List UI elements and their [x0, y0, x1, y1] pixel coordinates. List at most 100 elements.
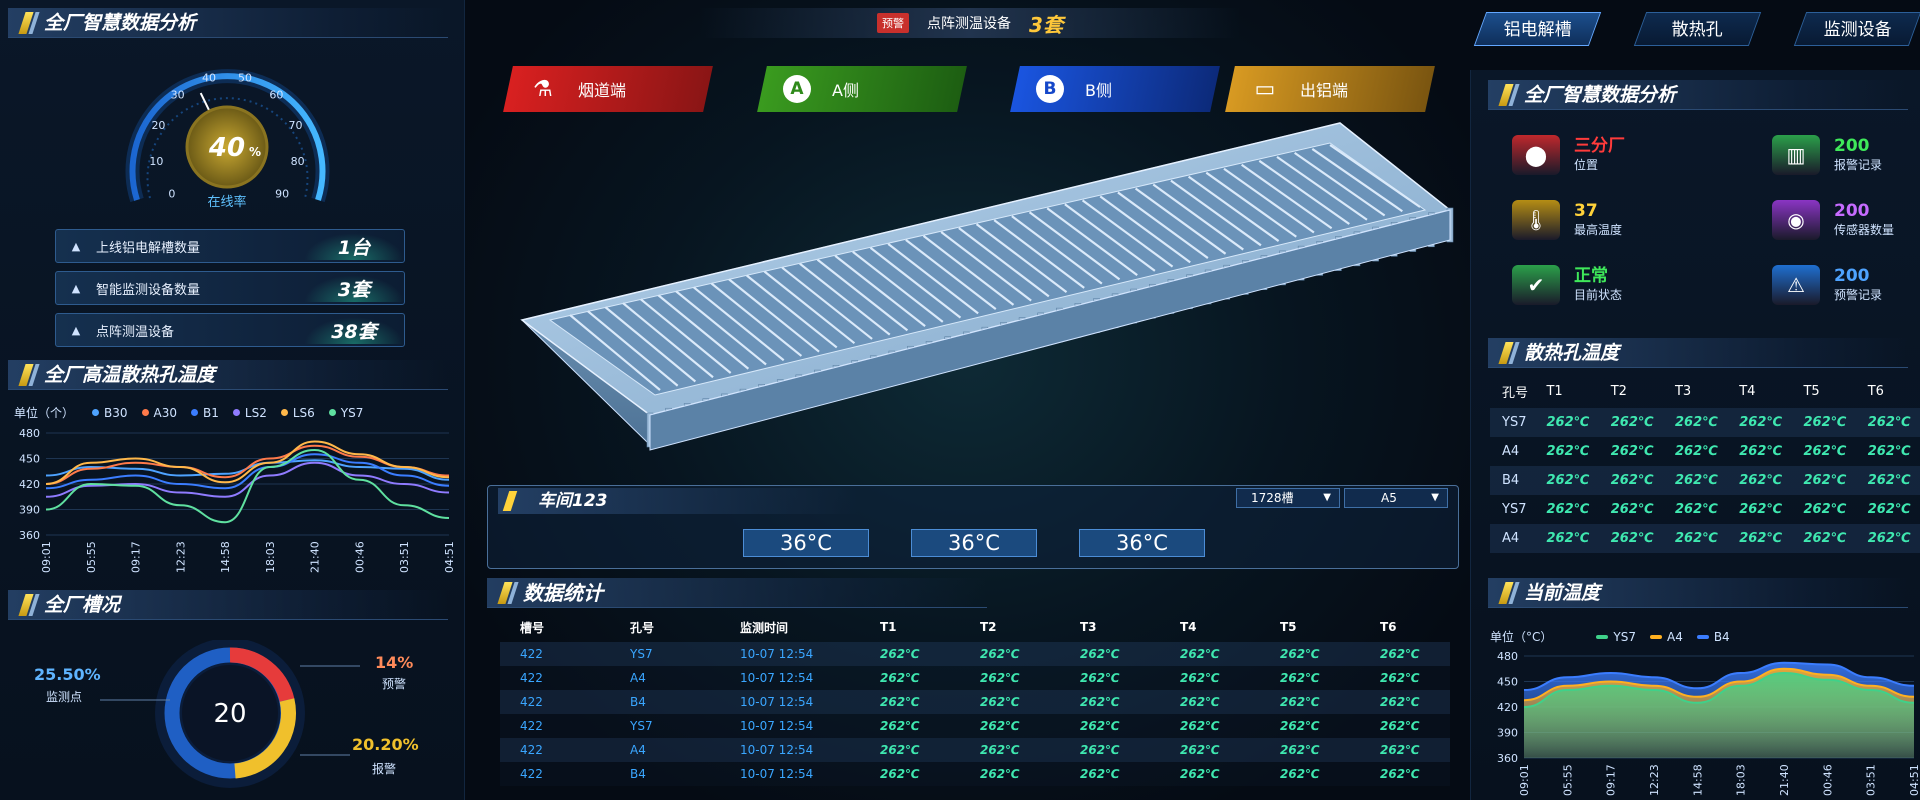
- column-header: T1: [880, 620, 897, 634]
- thermometer-icon: 🌡: [1512, 200, 1560, 240]
- y-tick-label: 390: [1497, 727, 1518, 740]
- column-header: T2: [980, 620, 997, 634]
- table-cell: 262℃: [1160, 738, 1260, 762]
- legend-swatch: [232, 409, 240, 416]
- table-cell: A4: [610, 666, 720, 690]
- legend-swatch: [328, 409, 336, 416]
- table-cell: 262℃: [1855, 466, 1920, 495]
- aluminum-ingot-icon: ▭: [1254, 76, 1276, 102]
- info-item: 🌡 37 最高温度: [1512, 200, 1622, 240]
- factory-icon: ▥: [1772, 135, 1820, 175]
- info-label: 位置: [1574, 158, 1599, 172]
- table-cell: 422: [500, 642, 610, 666]
- table-cell: 262℃: [1260, 690, 1360, 714]
- table-cell: 262℃: [960, 666, 1060, 690]
- x-tick-label: 09:17: [1605, 764, 1618, 796]
- gauge-tick-label: 20: [151, 119, 165, 132]
- legend-item: LS2: [232, 406, 267, 420]
- y-tick-label: 450: [1497, 676, 1518, 689]
- info-item: ▥ 200 报警记录: [1772, 135, 1882, 175]
- temp-readout: 36°C: [911, 529, 1037, 557]
- button-b-side[interactable]: B B侧: [1010, 66, 1220, 112]
- table-cell: 262℃: [1598, 466, 1663, 495]
- table-cell: 262℃: [1160, 714, 1260, 738]
- info-label: 传感器数量: [1834, 223, 1895, 237]
- hole-select[interactable]: A5 ▼: [1344, 488, 1448, 508]
- x-tick-label: 09:01: [1518, 764, 1531, 796]
- table-cell: A4: [1490, 524, 1535, 553]
- stat-value: 38套: [304, 316, 404, 344]
- section-title-analysis: 全厂智慧数据分析: [8, 8, 448, 38]
- table-row[interactable]: 422 B4 10-07 12:54 262℃ 262℃ 262℃ 262℃ 262℃ 262℃: [500, 762, 1450, 786]
- stat-value: 3套: [304, 274, 404, 302]
- table-cell: 262℃: [1662, 408, 1728, 437]
- section-title-current-temp: 当前温度: [1488, 578, 1908, 608]
- y-tick-label: 390: [19, 504, 40, 517]
- table-cell: 262℃: [1360, 762, 1450, 786]
- legend-swatch: [141, 409, 149, 416]
- table-cell: 262℃: [1598, 524, 1663, 553]
- tab-monitoring-device[interactable]: 监测设备: [1793, 12, 1920, 46]
- gauge-tick-label: 90: [275, 187, 289, 200]
- gauge-tick-label: 50: [238, 71, 252, 84]
- alarm-icon: ⚠: [1772, 265, 1820, 305]
- table-cell: 262℃: [1260, 762, 1360, 786]
- table-cell: 262℃: [960, 738, 1060, 762]
- table-cell: 422: [500, 690, 610, 714]
- table-row[interactable]: A4 262℃ 262℃ 262℃ 262℃ 262℃ 262℃: [1490, 437, 1920, 466]
- table-row[interactable]: A4 262℃ 262℃ 262℃ 262℃ 262℃ 262℃: [1490, 524, 1920, 553]
- table-row[interactable]: YS7 262℃ 262℃ 262℃ 262℃ 262℃ 262℃: [1490, 495, 1920, 524]
- table-cell: YS7: [1490, 408, 1535, 437]
- online-rate-gauge: 0 10 20 30 40 50 60 70 80 90 40 % 在线率: [125, 69, 330, 210]
- table-row[interactable]: 422 A4 10-07 12:54 262℃ 262℃ 262℃ 262℃ 262℃ 262℃: [500, 738, 1450, 762]
- table-cell: 262℃: [1727, 408, 1792, 437]
- gauge-value: 40: [208, 133, 245, 163]
- info-label: 最高温度: [1574, 223, 1623, 237]
- gauge-tick-label: 30: [171, 89, 185, 102]
- workshop-title: 车间123: [498, 488, 858, 514]
- legend-swatch: [191, 409, 199, 416]
- x-tick-label: 18:03: [264, 541, 277, 573]
- table-cell: 262℃: [1360, 666, 1450, 690]
- button-flue-end[interactable]: ⚗ 烟道端: [503, 66, 713, 112]
- info-item: ⬤ 三分厂 位置: [1512, 135, 1625, 175]
- table-cell: 262℃: [1867, 444, 1911, 459]
- donut-leader-lines: [100, 665, 360, 756]
- legend-swatch: [280, 409, 288, 416]
- table-row[interactable]: 422 B4 10-07 12:54 262℃ 262℃ 262℃ 262℃ 262℃ 262℃: [500, 690, 1450, 714]
- button-a-side[interactable]: A A侧: [757, 66, 967, 112]
- legend-item: B4: [1696, 630, 1730, 644]
- table-row[interactable]: 422 YS7 10-07 12:54 262℃ 262℃ 262℃ 262℃ 262℃ 262…: [500, 642, 1450, 666]
- tab-heat-hole[interactable]: 散热孔: [1633, 12, 1762, 46]
- table-cell: B4: [610, 690, 720, 714]
- cell-select[interactable]: 1728槽 ▼: [1236, 488, 1340, 508]
- button-aluminum-outlet[interactable]: ▭ 出铝端: [1225, 66, 1435, 112]
- gauge-tick-label: 0: [168, 187, 175, 200]
- column-header: 孔号: [630, 620, 655, 635]
- gauge-unit: %: [249, 145, 261, 159]
- legend-item: B30: [92, 406, 128, 420]
- column-header: T5: [1803, 383, 1820, 399]
- table-row[interactable]: 422 YS7 10-07 12:54 262℃ 262℃ 262℃ 262℃ 262℃ 262…: [500, 714, 1450, 738]
- table-cell: 262℃: [1727, 524, 1792, 553]
- table-cell: 262℃: [1060, 714, 1160, 738]
- table-row[interactable]: B4 262℃ 262℃ 262℃ 262℃ 262℃ 262℃: [1490, 466, 1920, 495]
- table-cell: B4: [1490, 466, 1535, 495]
- y-tick-label: 360: [19, 529, 40, 542]
- donut-warn-label: 预警: [382, 677, 407, 691]
- alert-banner: 预警 点阵测温设备 3套: [700, 8, 1240, 38]
- location-icon: ⬤: [1512, 135, 1560, 175]
- section-title-analysis-right: 全厂智慧数据分析: [1488, 80, 1908, 110]
- y-tick-label: 480: [1497, 650, 1518, 663]
- table-cell: 262℃: [860, 666, 960, 690]
- column-header: T4: [1739, 383, 1756, 399]
- legend-swatch: [1696, 634, 1709, 639]
- table-row[interactable]: YS7 262℃ 262℃ 262℃ 262℃ 262℃ 262℃: [1490, 408, 1920, 437]
- table-cell: 262℃: [860, 738, 960, 762]
- gauge-tick-label: 80: [291, 155, 305, 168]
- stat-row-smart-devices: ▲ 智能监测设备数量 3套: [55, 271, 405, 305]
- info-value: 正常: [1574, 266, 1608, 286]
- table-row[interactable]: 422 A4 10-07 12:54 262℃ 262℃ 262℃ 262℃ 262℃ 262℃: [500, 666, 1450, 690]
- tab-aluminum-cell[interactable]: 铝电解槽: [1473, 12, 1602, 46]
- table-header-row: 孔号 T1 T2 T3 T4 T5 T6: [1490, 374, 1920, 408]
